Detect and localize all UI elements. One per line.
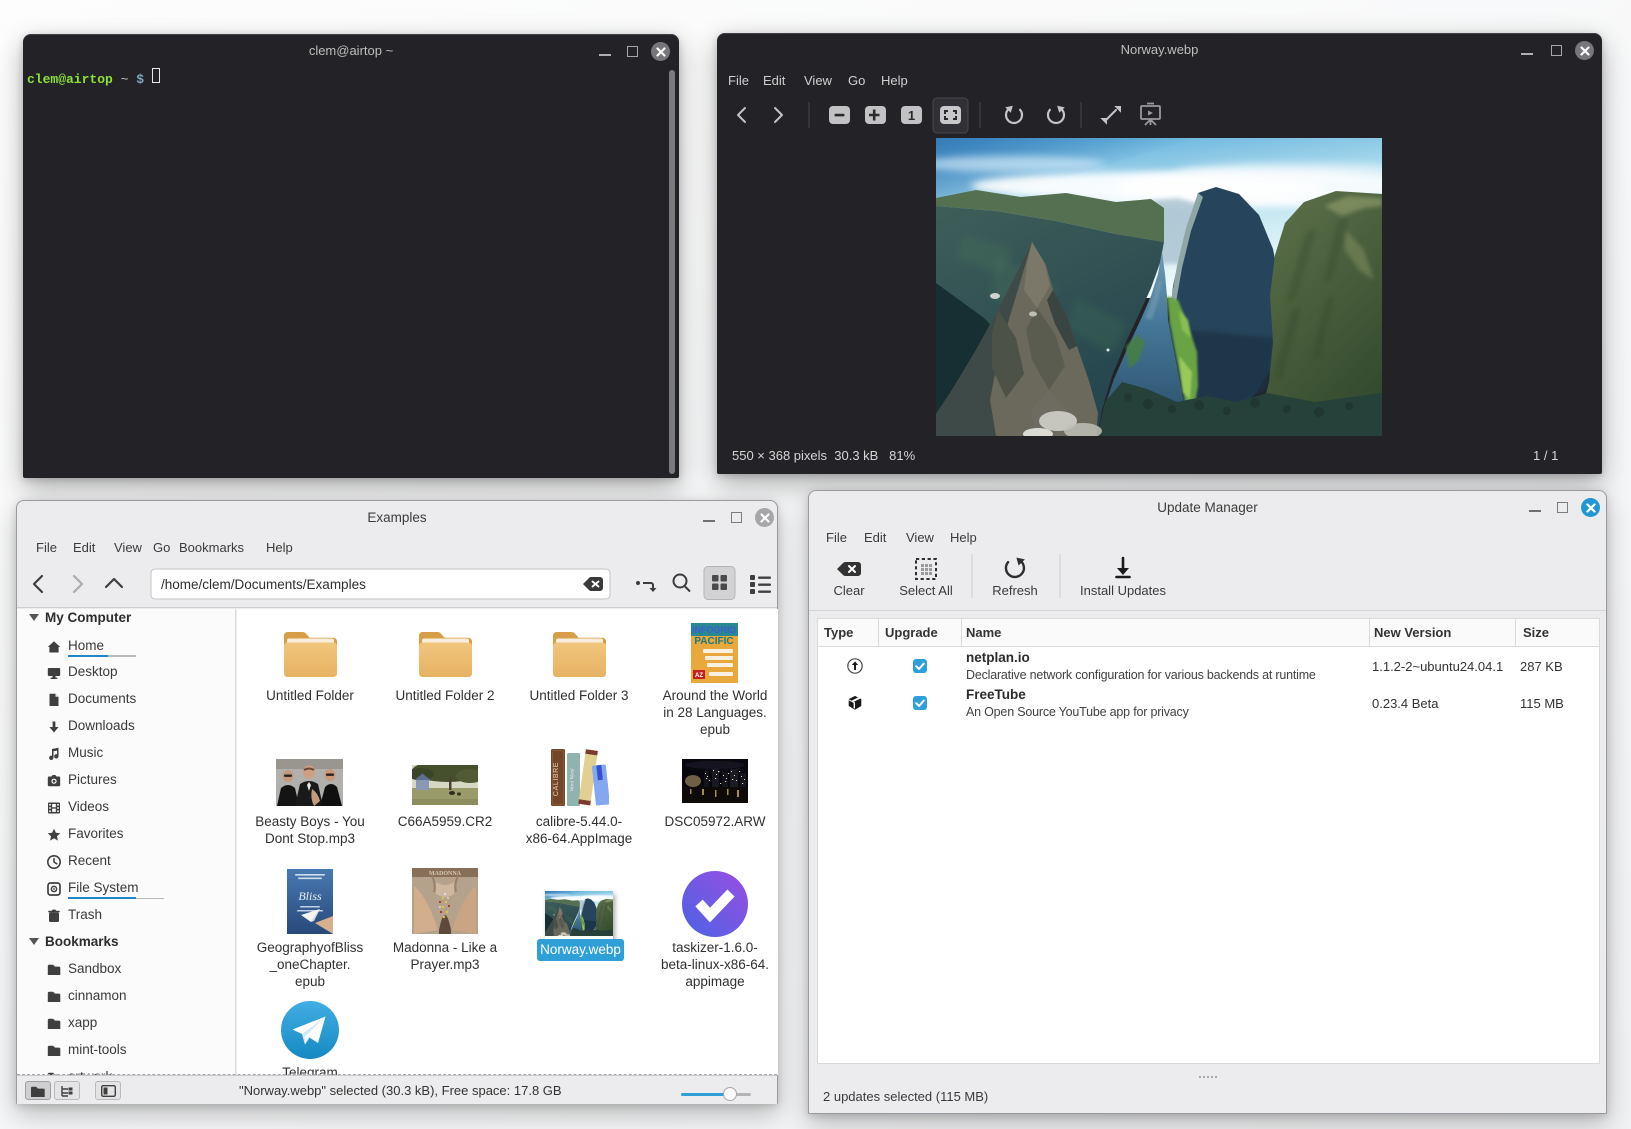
- svg-text:Clear: Clear: [833, 583, 865, 598]
- svg-text:Bliss: Bliss: [298, 889, 322, 903]
- svg-text:AZ: AZ: [695, 673, 703, 679]
- svg-text:PACIFIC: PACIFIC: [694, 636, 733, 647]
- svg-text:Word Wynd: Word Wynd: [571, 768, 576, 791]
- svg-text:MADONNA: MADONNA: [429, 871, 462, 877]
- svg-text:CALIBRE: CALIBRE: [553, 762, 560, 796]
- svg-text:1: 1: [908, 108, 915, 123]
- svg-text:/home/clem/Documents/Examples: /home/clem/Documents/Examples: [161, 577, 366, 592]
- svg-text:Install Updates: Install Updates: [1080, 583, 1166, 598]
- svg-text:Select All: Select All: [899, 583, 953, 598]
- svg-text:INFOGRID: INFOGRID: [692, 625, 736, 635]
- svg-text:Refresh: Refresh: [992, 583, 1038, 598]
